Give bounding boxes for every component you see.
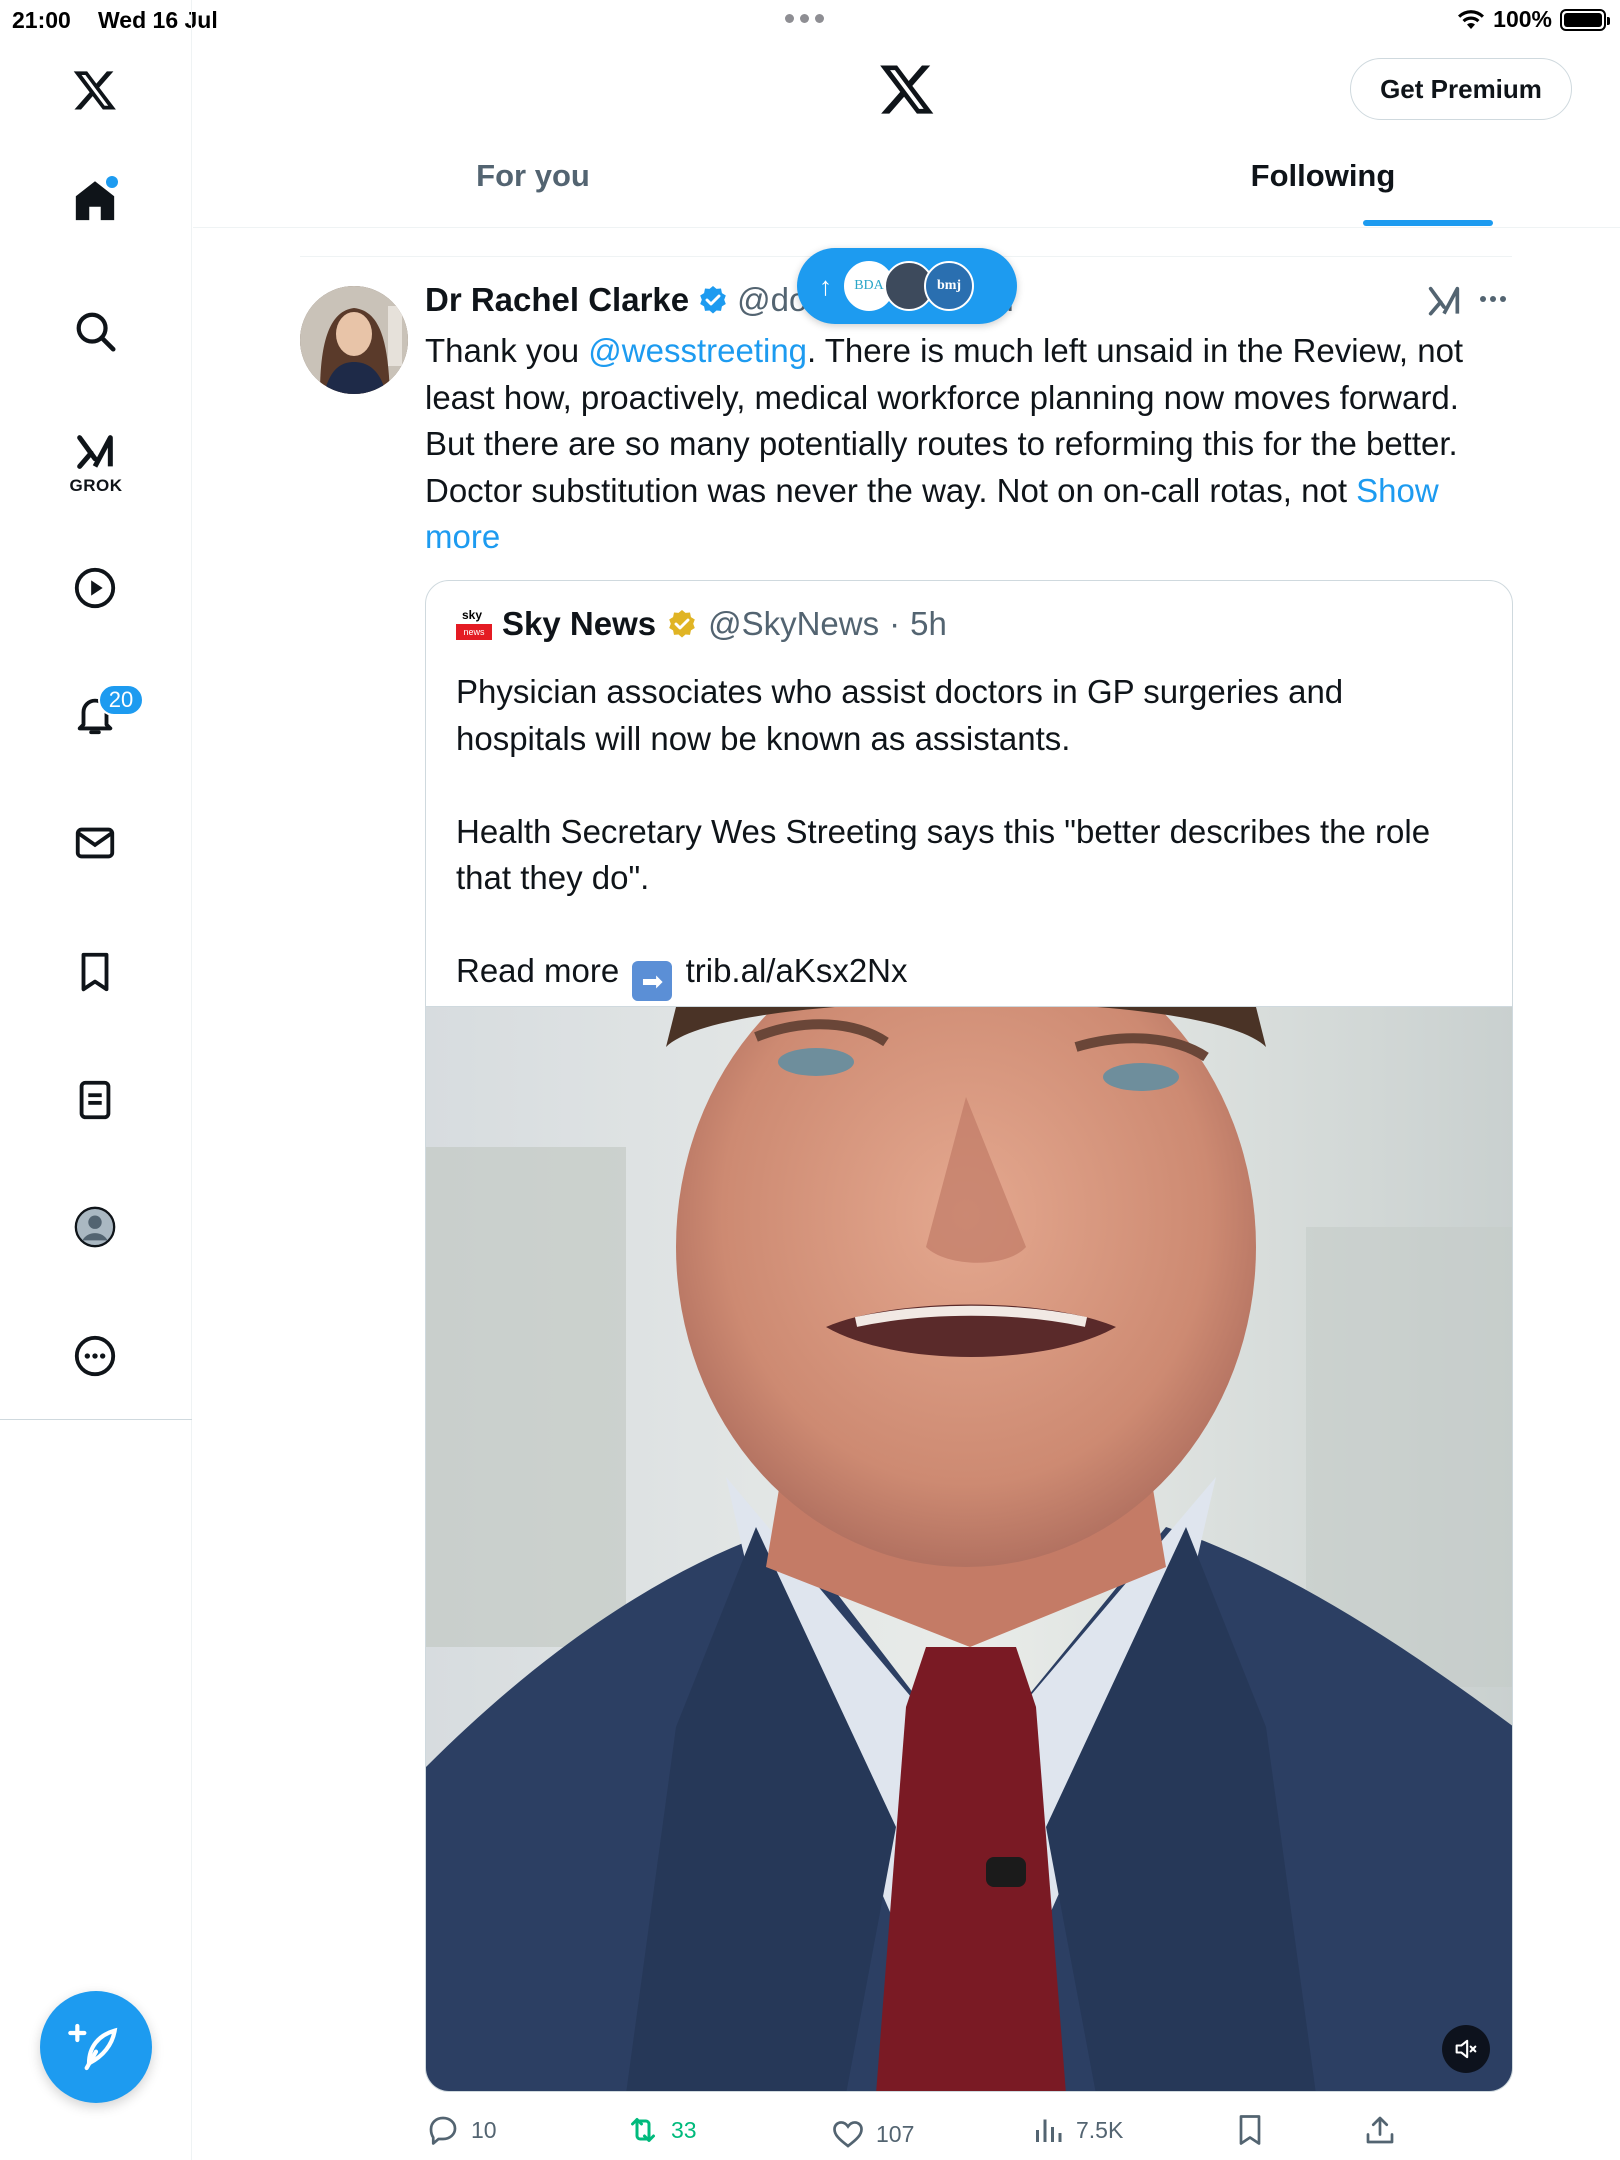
video-icon[interactable] — [66, 559, 124, 617]
quote-paragraph: Physician associates who assist doctors … — [456, 673, 1344, 757]
sidebar-divider — [0, 1419, 192, 1420]
compose-icon — [68, 2023, 118, 2071]
pill-avatar: bmj — [924, 261, 974, 311]
quote-link[interactable]: trib.al/aKsx2Nx — [686, 952, 908, 989]
search-icon[interactable] — [66, 302, 124, 360]
notifications-badge: 20 — [98, 684, 144, 716]
right-arrow-emoji-icon: ➡ — [632, 961, 673, 1002]
repost-count: 33 — [671, 2116, 697, 2143]
mention-link[interactable]: @wesstreeting — [588, 332, 807, 369]
author-name[interactable]: Dr Rachel Clarke — [425, 281, 689, 319]
logo-text: sky — [462, 608, 483, 622]
arrow-up-icon: ↑ — [819, 270, 832, 301]
separator-dot: · — [889, 605, 901, 642]
lists-icon[interactable] — [66, 1071, 124, 1129]
top-header: Get Premium For you Following — [193, 40, 1620, 228]
active-tab-indicator — [1363, 220, 1493, 226]
heart-icon — [833, 2121, 863, 2148]
battery-icon — [1560, 8, 1610, 31]
quote-text: Physician associates who assist doctors … — [456, 669, 1476, 1002]
bookmark-button[interactable] — [1232, 2108, 1268, 2152]
logo-text: news — [456, 624, 492, 640]
grok-icon[interactable] — [66, 424, 124, 482]
share-button[interactable] — [1362, 2108, 1398, 2152]
battery-percent: 100% — [1493, 6, 1552, 32]
grok-label: GROK — [69, 476, 123, 495]
more-icon[interactable] — [66, 1327, 124, 1385]
new-posts-pill[interactable]: ↑ BDA bmj — [797, 248, 1017, 324]
speaker-muted-icon — [1455, 2039, 1477, 2059]
sidebar: GROK 20 — [0, 0, 192, 2160]
tab-following[interactable]: Following — [1173, 158, 1473, 226]
wifi-icon — [1458, 9, 1485, 29]
video-frame — [426, 1007, 1512, 2091]
tweet-text: Thank you @wesstreeting. There is much l… — [425, 328, 1515, 561]
like-button[interactable]: 107 — [830, 2112, 914, 2156]
reply-count: 10 — [471, 2116, 497, 2143]
avatar[interactable] — [300, 286, 408, 394]
repost-icon — [631, 2118, 655, 2142]
get-premium-button[interactable]: Get Premium — [1350, 58, 1572, 120]
read-more-text: Read more — [456, 952, 620, 989]
grok-explain-icon[interactable] — [1424, 282, 1464, 322]
status-bar: 21:00 Wed 16 Jul 100% — [0, 0, 1620, 40]
x-logo-icon[interactable] — [66, 61, 124, 119]
bookmark-icon — [1239, 2115, 1261, 2145]
tab-for-you[interactable]: For you — [383, 158, 683, 226]
quote-header: sky news Sky News @SkyNews · 5h — [456, 605, 947, 643]
quote-author-name: Sky News — [502, 605, 657, 642]
views-count: 7.5K — [1076, 2116, 1124, 2143]
video-player[interactable] — [426, 1006, 1512, 2091]
gold-verified-badge-icon — [669, 610, 695, 638]
quote-paragraph: Health Secretary Wes Streeting says this… — [456, 812, 1431, 897]
views-chart-icon — [1036, 2119, 1062, 2142]
profile-icon[interactable] — [66, 1198, 124, 1256]
share-icon — [1366, 2116, 1394, 2144]
reply-button[interactable]: 10 — [425, 2108, 497, 2152]
sky-news-avatar[interactable]: sky news — [456, 608, 492, 640]
quoted-tweet[interactable]: sky news Sky News @SkyNews · 5h Physicia… — [425, 580, 1513, 2092]
verified-badge-icon — [700, 286, 726, 314]
mute-toggle-button[interactable] — [1442, 2025, 1490, 2073]
repost-button[interactable]: 33 — [625, 2108, 697, 2152]
reply-icon — [429, 2116, 457, 2145]
views-button[interactable]: 7.5K — [1030, 2108, 1123, 2152]
bookmarks-icon[interactable] — [66, 943, 124, 1001]
compose-button[interactable] — [40, 1991, 152, 2103]
quote-author-handle: @SkyNews — [708, 605, 880, 642]
like-count: 107 — [876, 2120, 915, 2147]
home-icon[interactable] — [66, 172, 124, 230]
messages-icon[interactable] — [66, 814, 124, 872]
status-right: 100% — [1457, 6, 1610, 33]
quote-timestamp: 5h — [910, 605, 947, 642]
more-options-icon[interactable] — [1480, 296, 1506, 302]
multitasking-dots-icon[interactable] — [785, 14, 824, 23]
home-unread-dot — [106, 176, 118, 188]
x-logo-icon[interactable] — [878, 60, 936, 118]
tweet-text-part: Thank you — [425, 332, 589, 369]
